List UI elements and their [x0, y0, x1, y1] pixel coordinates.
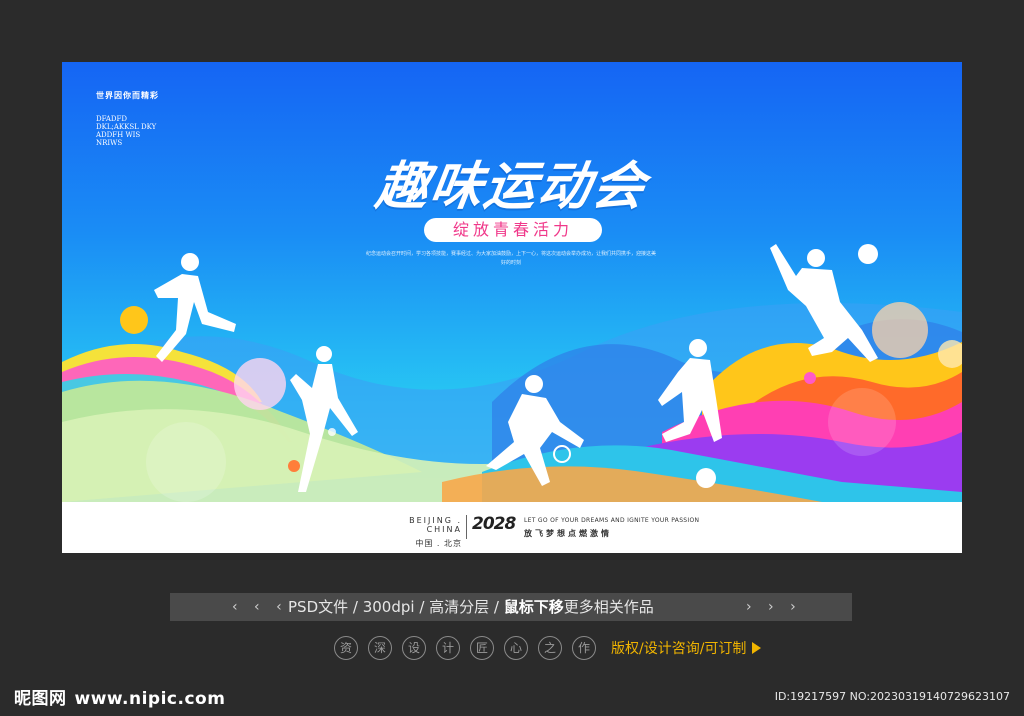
brand-url: www.nipic.com [74, 689, 226, 709]
corner-text: 世界因你而精彩 DFADFD DKL;AKKSL DKY ADDFH WIS N… [96, 90, 159, 147]
poster-image: 世界因你而精彩 DFADFD DKL;AKKSL DKY ADDFH WIS N… [62, 62, 962, 553]
copyright-link[interactable]: 版权/设计咨询/可订制 [611, 638, 762, 658]
image-id-text: ID:19217597 NO:20230319140729623107 [774, 690, 1010, 703]
circle-tag: 深 [368, 636, 392, 660]
footer-year: 2028 [472, 514, 516, 534]
copyright-link-label: 版权/设计咨询/可订制 [611, 641, 747, 657]
info-text-a: PSD文件 / 300dpi / 高清分层 / [288, 598, 504, 616]
poster-artwork [62, 244, 962, 502]
circle-tag: 资 [334, 636, 358, 660]
circle-tag: 心 [504, 636, 528, 660]
footer-slogan: LET GO OF YOUR DREAMS AND IGNITE YOUR PA… [524, 517, 699, 539]
footer-city-cn: 中国 . 北京 [415, 539, 462, 548]
circle-tag: 之 [538, 636, 562, 660]
poster-subtitle: 绽放青春活力 [424, 218, 602, 242]
chevron-right-icon[interactable]: › › › [746, 593, 802, 621]
footer-divider [466, 515, 467, 539]
circle-tag: 计 [436, 636, 460, 660]
circle-tag: 作 [572, 636, 596, 660]
corner-line: NRIWS [96, 139, 123, 147]
corner-title: 世界因你而精彩 [96, 90, 159, 100]
corner-lines: DFADFD DKL;AKKSL DKY ADDFH WIS NRIWS [96, 115, 159, 147]
footer-slogan-en: LET GO OF YOUR DREAMS AND IGNITE YOUR PA… [524, 517, 700, 524]
poster-title: 趣味运动会 [371, 157, 651, 217]
info-text-bold: 鼠标下移 [503, 598, 564, 616]
corner-line: DFADFD [96, 115, 127, 123]
corner-line: DKL;AKKSL DKY [96, 123, 157, 131]
circle-tag: 设 [402, 636, 426, 660]
footer-slogan-cn: 放飞梦想点燃激情 [524, 529, 612, 538]
info-bar: ‹ ‹ ‹ PSD文件 / 300dpi / 高清分层 / 鼠标下移更多相关作品… [170, 593, 852, 621]
circle-tag: 匠 [470, 636, 494, 660]
info-text-b: 更多相关作品 [563, 598, 654, 616]
chevron-left-icon[interactable]: ‹ ‹ ‹ [232, 593, 288, 621]
poster-description: 纪念运动会召开时间，学习各项技能，赛事经过、为大家加油鼓励，上下一心，将这次运动… [366, 251, 657, 266]
corner-line: ADDFH WIS [96, 131, 141, 139]
footer-city-en: BEIJING . CHINA [409, 516, 462, 534]
poster-footer: BEIJING . CHINA 中国 . 北京 2028 LET GO OF Y… [62, 502, 962, 553]
play-triangle-icon [752, 642, 762, 654]
info-text: PSD文件 / 300dpi / 高清分层 / 鼠标下移更多相关作品 [288, 593, 654, 621]
footer-location: BEIJING . CHINA 中国 . 北京 [376, 516, 462, 549]
brand-logo[interactable]: 昵图网 www.nipic.com [14, 684, 225, 709]
brand-name: 昵图网 [14, 689, 67, 709]
